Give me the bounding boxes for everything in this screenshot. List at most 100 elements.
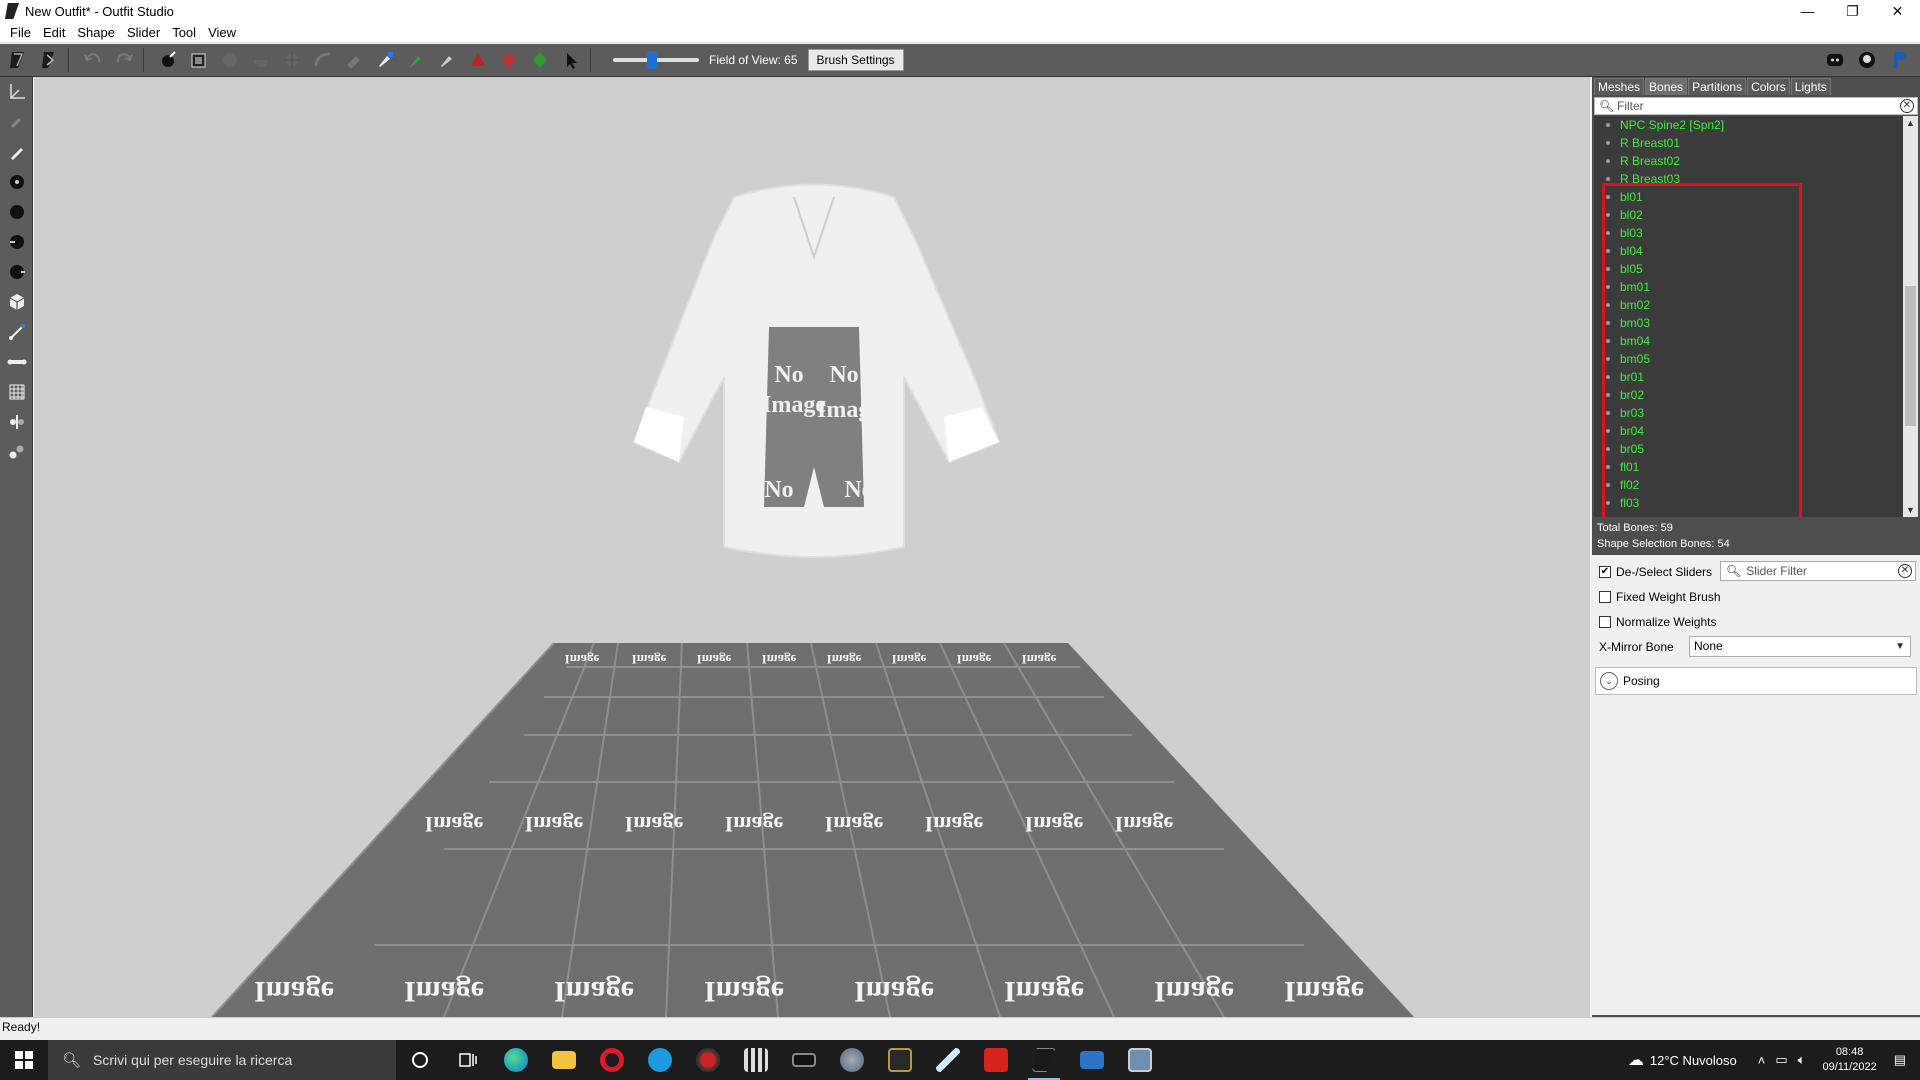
weight-brush-icon[interactable]: [372, 47, 398, 73]
cortana-icon[interactable]: [396, 1040, 444, 1080]
brush-settings-button[interactable]: Brush Settings: [807, 49, 904, 71]
expand-icon[interactable]: ⌄: [1600, 672, 1618, 690]
skype-icon[interactable]: [636, 1040, 684, 1080]
outfit-model[interactable]: No No Image Image No No: [632, 183, 1001, 558]
vertex-edit-icon[interactable]: [0, 137, 33, 167]
bones-view-icon[interactable]: [0, 317, 33, 347]
bone-list-item[interactable]: bl03: [1594, 224, 1918, 242]
clear-filter-icon[interactable]: ✕: [1900, 99, 1914, 113]
bone-list-item[interactable]: fl02: [1594, 476, 1918, 494]
taskbar-search-box[interactable]: 🔍︎ Scrivi qui per eseguire la ricerca: [48, 1040, 396, 1080]
bone-list-item[interactable]: br04: [1594, 422, 1918, 440]
xedit-icon[interactable]: [876, 1040, 924, 1080]
flip-edge-icon[interactable]: [496, 47, 522, 73]
deselect-sliders-checkbox[interactable]: ✔: [1599, 565, 1611, 578]
segment-tool-icon[interactable]: [0, 407, 33, 437]
undo-icon[interactable]: [80, 47, 106, 73]
slider-filter-input[interactable]: 🔍︎ Slider Filter ✕: [1720, 561, 1916, 581]
pointer-icon[interactable]: [558, 47, 584, 73]
deflate-brush-icon[interactable]: [248, 47, 274, 73]
bone-list-item[interactable]: bl04: [1594, 242, 1918, 260]
fixed-weight-brush-row[interactable]: Fixed Weight Brush: [1592, 584, 1920, 609]
window-app-icon[interactable]: [1068, 1040, 1116, 1080]
game-app-icon[interactable]: [684, 1040, 732, 1080]
bone-list-item[interactable]: bm03: [1594, 314, 1918, 332]
opera-icon[interactable]: [588, 1040, 636, 1080]
tab-bones[interactable]: Bones: [1645, 78, 1688, 95]
task-view-icon[interactable]: [444, 1040, 492, 1080]
outfit-studio-logo-icon[interactable]: [5, 47, 31, 73]
tab-colors[interactable]: Colors: [1747, 78, 1790, 95]
mask-brush-icon[interactable]: [186, 47, 212, 73]
menu-tool[interactable]: Tool: [166, 25, 202, 40]
bone-list-item[interactable]: br03: [1594, 404, 1918, 422]
field-of-view-slider[interactable]: [613, 51, 699, 69]
undiff-brush-icon[interactable]: [341, 47, 367, 73]
bone-list-scrollbar[interactable]: ▲ ▼: [1903, 116, 1918, 517]
discord-icon[interactable]: [1822, 47, 1848, 73]
sphere-brush-icon[interactable]: [0, 167, 33, 197]
posing-panel-header[interactable]: ⌄ Posing: [1595, 667, 1917, 695]
bone-list-item[interactable]: br05: [1594, 440, 1918, 458]
grid-view-icon[interactable]: [0, 377, 33, 407]
filezilla-icon[interactable]: [972, 1040, 1020, 1080]
bone-filter-input[interactable]: 🔍︎ Filter ✕: [1594, 97, 1918, 115]
bone-list-item[interactable]: R Breast03: [1594, 170, 1918, 188]
bone-list-item[interactable]: bm02: [1594, 296, 1918, 314]
menu-edit[interactable]: Edit: [37, 25, 71, 40]
bone-list-item[interactable]: NPC Spine2 [Spn2]: [1594, 116, 1918, 134]
menu-file[interactable]: File: [4, 25, 37, 40]
chevron-up-icon[interactable]: ˄: [1758, 1053, 1766, 1068]
scroll-up-icon[interactable]: ▲: [1903, 116, 1918, 130]
bone-list-item[interactable]: bl05: [1594, 260, 1918, 278]
split-edge-icon[interactable]: [527, 47, 553, 73]
volume-icon[interactable]: 🔈︎: [1798, 1052, 1806, 1068]
bone-list-item[interactable]: bl01: [1594, 188, 1918, 206]
bone-list-item[interactable]: R Breast01: [1594, 134, 1918, 152]
3d-viewport[interactable]: Image Image Image Image Image Image Imag…: [34, 77, 1590, 1017]
menu-view[interactable]: View: [202, 25, 242, 40]
paypal-icon[interactable]: [1886, 47, 1912, 73]
github-icon[interactable]: [1854, 47, 1880, 73]
bone-list-item[interactable]: br02: [1594, 386, 1918, 404]
field-of-view-slider-thumb[interactable]: [647, 51, 657, 69]
edge-icon[interactable]: [492, 1040, 540, 1080]
bone-list-item[interactable]: bm04: [1594, 332, 1918, 350]
smooth-brush-icon[interactable]: [310, 47, 336, 73]
file-explorer-icon[interactable]: [540, 1040, 588, 1080]
bone-list-item[interactable]: bm05: [1594, 350, 1918, 368]
start-button[interactable]: [0, 1040, 48, 1080]
bone-list[interactable]: NPC Spine2 [Spn2] R Breast01 R Breast02 R B…: [1594, 116, 1918, 517]
taskbar-clock[interactable]: 08:48 09/11/2022: [1822, 1045, 1876, 1075]
bone-list-item[interactable]: R Breast02: [1594, 152, 1918, 170]
clear-slider-filter-icon[interactable]: ✕: [1898, 564, 1912, 578]
notifications-icon[interactable]: ▤: [1894, 1052, 1906, 1068]
tab-lights[interactable]: Lights: [1790, 78, 1831, 95]
redo-icon[interactable]: [111, 47, 137, 73]
select-brush-icon[interactable]: [155, 47, 181, 73]
nifskope-icon[interactable]: [828, 1040, 876, 1080]
cube-view-icon[interactable]: [0, 287, 33, 317]
move-brush-icon[interactable]: [279, 47, 305, 73]
transform-tool-icon[interactable]: [0, 77, 33, 107]
sphere-solid-icon[interactable]: [0, 197, 33, 227]
bodyslide-logo-icon[interactable]: [36, 47, 62, 73]
sphere-half-icon[interactable]: [0, 227, 33, 257]
minimize-button[interactable]: —: [1785, 0, 1830, 22]
fixed-weight-brush-checkbox[interactable]: [1599, 590, 1611, 603]
feather-icon[interactable]: [924, 1040, 972, 1080]
apps-icon[interactable]: [732, 1040, 780, 1080]
bone-list-item[interactable]: br01: [1594, 368, 1918, 386]
alpha-brush-icon[interactable]: [434, 47, 460, 73]
tab-meshes[interactable]: Meshes: [1594, 78, 1645, 95]
network-icon[interactable]: ▭: [1775, 1052, 1787, 1068]
bone-list-item[interactable]: fl03: [1594, 494, 1918, 512]
outfit-studio-taskbar-icon[interactable]: [1020, 1040, 1068, 1080]
normalize-weights-row[interactable]: Normalize Weights: [1592, 609, 1920, 634]
normalize-weights-checkbox[interactable]: [1599, 615, 1611, 628]
pivot-tool-icon[interactable]: [0, 107, 33, 137]
inflate-brush-icon[interactable]: [217, 47, 243, 73]
close-button[interactable]: ✕: [1875, 0, 1920, 22]
weather-widget[interactable]: ☁ 12°C Nuvoloso: [1628, 1050, 1737, 1070]
menu-shape[interactable]: Shape: [71, 25, 121, 40]
